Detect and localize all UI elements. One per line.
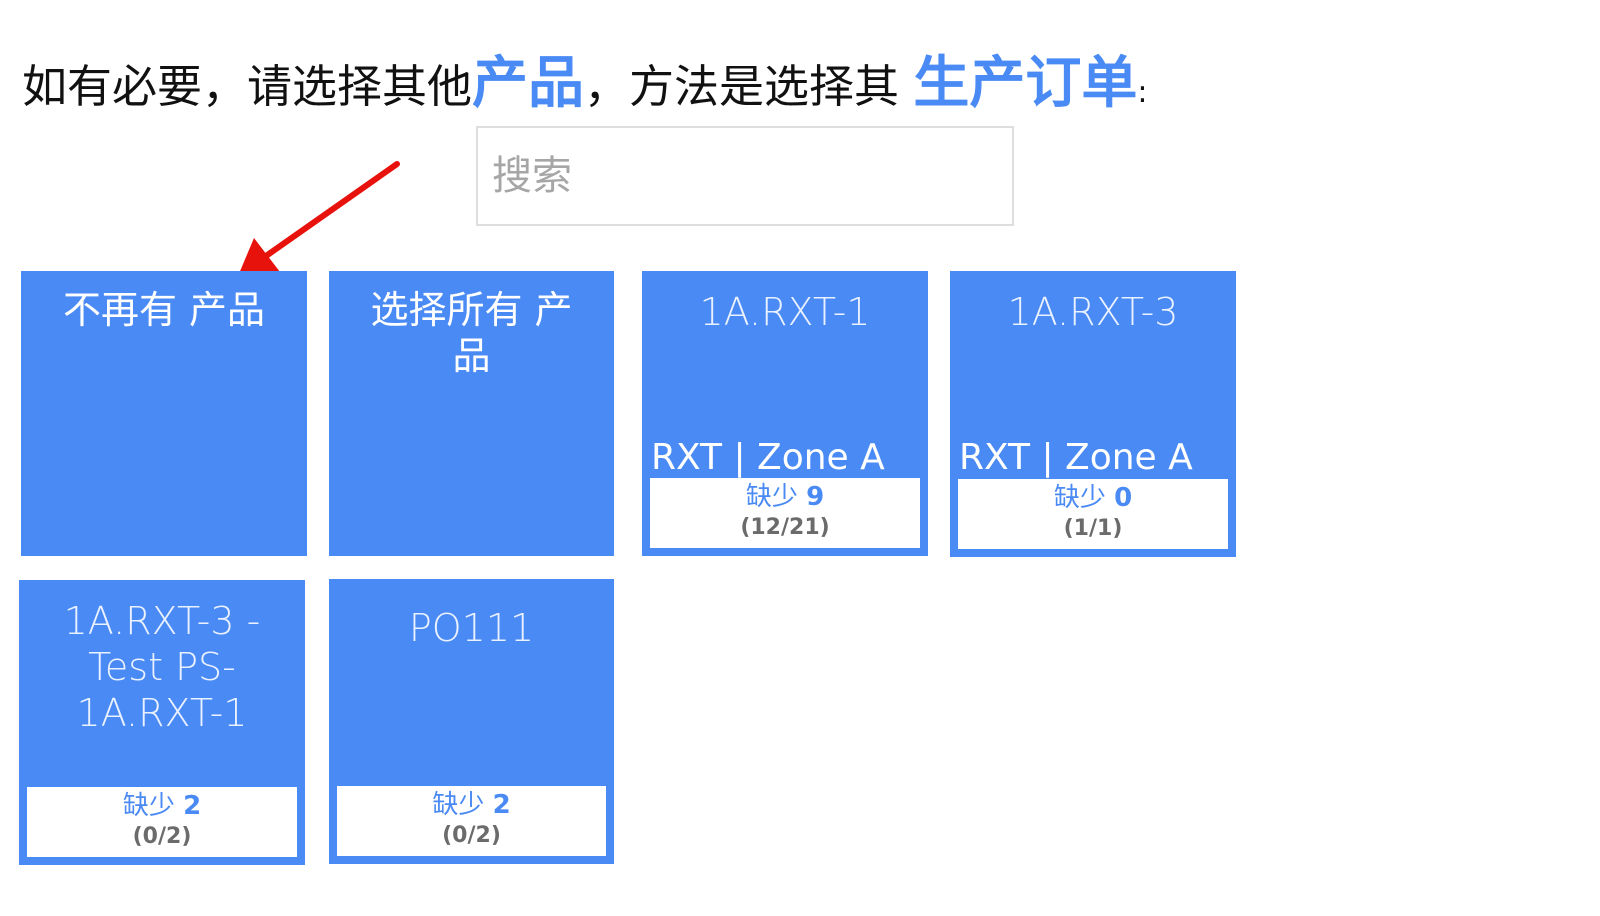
tile-product-1a-rxt-1[interactable]: 1A.RXT-1 RXT | Zone A 缺少 9 (12/21): [642, 271, 928, 556]
missing-count: 2: [183, 791, 202, 821]
missing-line: 缺少 0: [958, 479, 1228, 515]
tile-status-box: 缺少 2 (0/2): [337, 786, 606, 856]
missing-label: 缺少: [745, 482, 798, 512]
tile-title: 选择所有 产品: [370, 288, 573, 378]
search-input[interactable]: [476, 126, 1014, 226]
tile-status-box: 缺少 9 (12/21): [650, 478, 920, 548]
tile-status-box: 缺少 2 (0/2): [27, 787, 297, 857]
tile-title: 1A.RXT-3 - Test PS-1A.RXT-1: [63, 599, 261, 735]
tile-order-po111[interactable]: PO111 缺少 2 (0/2): [329, 579, 614, 864]
tile-status-box: 缺少 0 (1/1): [958, 479, 1228, 549]
instruction-text: 如有必要，请选择其他产品，方法是选择其 生产订单:: [22, 44, 1147, 124]
tile-product-test-ps[interactable]: 1A.RXT-3 - Test PS-1A.RXT-1 缺少 2 (0/2): [19, 580, 305, 865]
instruction-colon: :: [1137, 75, 1148, 110]
missing-label: 缺少: [122, 791, 175, 821]
tile-title: 1A.RXT-3: [1007, 290, 1179, 334]
tile-location: RXT | Zone A: [651, 437, 885, 478]
tile-select-all-products[interactable]: 选择所有 产品: [329, 271, 614, 556]
missing-line: 缺少 2: [337, 786, 606, 822]
tile-title: PO111: [408, 606, 535, 650]
tile-title: 不再有 产品: [62, 288, 266, 332]
instruction-prefix: 如有必要，请选择其他: [22, 60, 473, 113]
tile-title: 1A.RXT-1: [699, 290, 871, 334]
instruction-middle: ，方法是选择其: [584, 60, 914, 113]
missing-count: 9: [806, 482, 825, 512]
instruction-product-highlight: 产品: [472, 51, 585, 116]
missing-count: 2: [492, 790, 511, 820]
missing-line: 缺少 9: [650, 478, 920, 514]
status-ratio: (1/1): [1063, 516, 1123, 541]
tile-product-1a-rxt-3[interactable]: 1A.RXT-3 RXT | Zone A 缺少 0 (1/1): [950, 271, 1236, 557]
status-ratio: (12/21): [740, 515, 830, 540]
tile-location: RXT | Zone A: [959, 437, 1193, 478]
missing-label: 缺少: [432, 790, 485, 820]
status-ratio: (0/2): [442, 823, 501, 848]
missing-label: 缺少: [1053, 483, 1106, 513]
missing-line: 缺少 2: [27, 787, 297, 823]
instruction-order-highlight: 生产订单: [913, 51, 1138, 116]
missing-count: 0: [1114, 483, 1133, 513]
status-ratio: (0/2): [132, 824, 192, 849]
tile-no-more-products[interactable]: 不再有 产品: [21, 271, 307, 556]
